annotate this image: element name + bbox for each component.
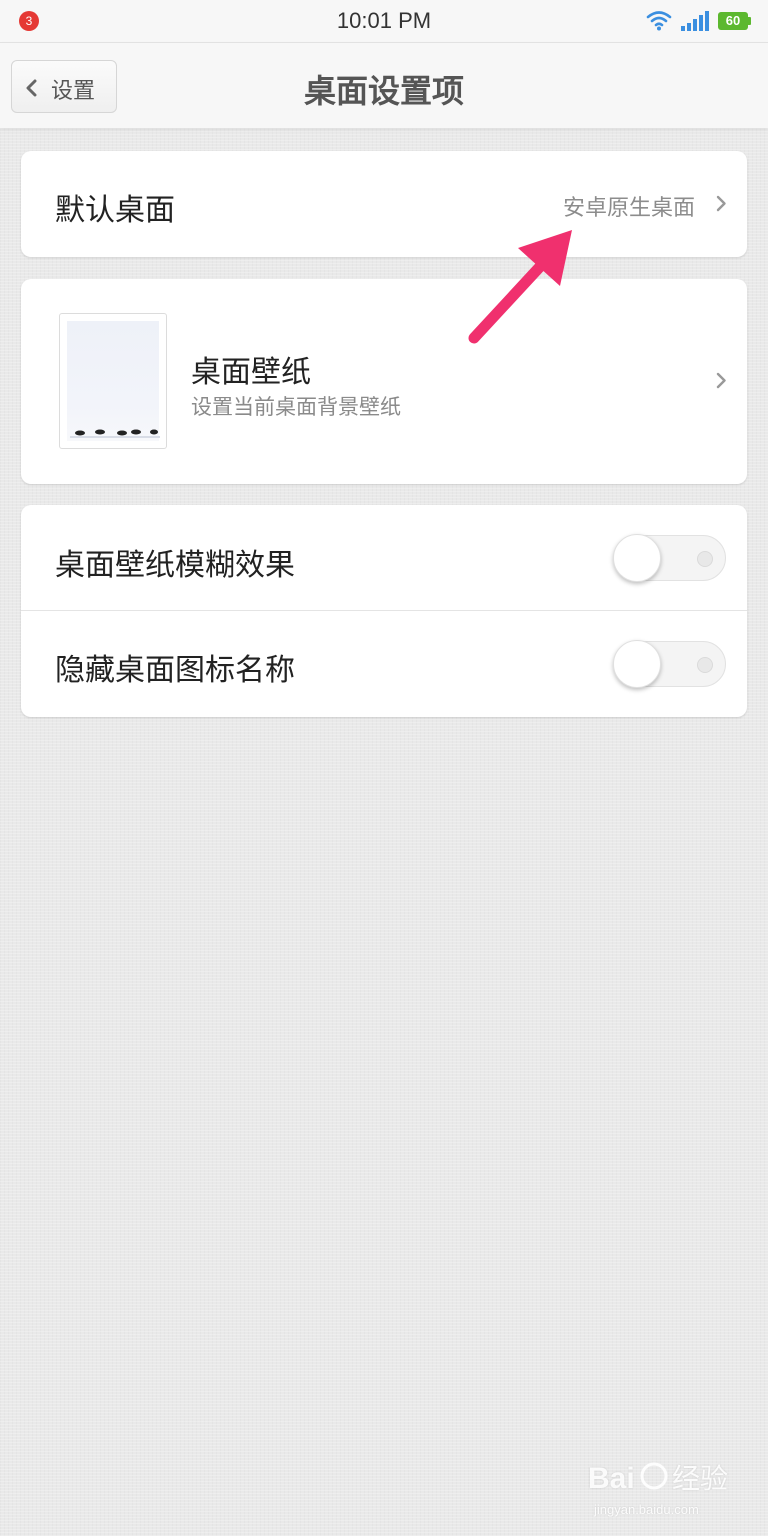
toggle-knob bbox=[613, 534, 661, 582]
wallpaper-blur-row: 桌面壁纸模糊效果 bbox=[21, 505, 747, 610]
default-launcher-row[interactable]: 默认桌面 安卓原生桌面 bbox=[21, 151, 747, 257]
wallpaper-label: 桌面壁纸 bbox=[191, 355, 311, 390]
default-launcher-value: 安卓原生桌面 bbox=[562, 196, 695, 221]
toggle-indicator-dot bbox=[697, 551, 713, 567]
toggle-knob bbox=[613, 640, 661, 688]
annotation-arrow-icon bbox=[468, 230, 572, 344]
wifi-icon bbox=[646, 11, 672, 31]
title-bar: 设置 桌面设置项 bbox=[0, 42, 768, 128]
chevron-right-icon bbox=[716, 372, 726, 389]
baidu-jingyan-watermark-logo: Bai 经验 jingyan.baidu.com bbox=[588, 1462, 728, 1517]
hide-icon-names-row: 隐藏桌面图标名称 bbox=[21, 611, 747, 717]
wallpaper-preview-image bbox=[70, 429, 160, 438]
toggle-settings-card: 桌面壁纸模糊效果 隐藏桌面图标名称 bbox=[21, 505, 747, 717]
battery-icon: 60 bbox=[718, 12, 751, 30]
hide-icon-names-toggle[interactable] bbox=[613, 640, 726, 688]
wallpaper-thumbnail bbox=[59, 313, 167, 449]
wallpaper-row[interactable]: 桌面壁纸 设置当前桌面背景壁纸 bbox=[21, 279, 747, 484]
svg-text:jingyan.baidu.com: jingyan.baidu.com bbox=[593, 1502, 699, 1517]
status-bar: 3 10:01 PM 60 bbox=[0, 0, 768, 42]
svg-text:Bai: Bai bbox=[588, 1462, 635, 1495]
toggle-indicator-dot bbox=[697, 657, 713, 673]
svg-text:经验: 经验 bbox=[672, 1462, 728, 1495]
wallpaper-subtitle: 设置当前桌面背景壁纸 bbox=[191, 395, 401, 419]
default-launcher-label: 默认桌面 bbox=[55, 193, 175, 228]
wallpaper-blur-toggle[interactable] bbox=[613, 534, 726, 582]
chevron-right-icon bbox=[716, 195, 726, 212]
page-title: 桌面设置项 bbox=[303, 72, 464, 110]
signal-icon bbox=[681, 11, 709, 31]
hide-icon-names-label: 隐藏桌面图标名称 bbox=[55, 653, 295, 688]
wallpaper-blur-label: 桌面壁纸模糊效果 bbox=[55, 548, 295, 583]
